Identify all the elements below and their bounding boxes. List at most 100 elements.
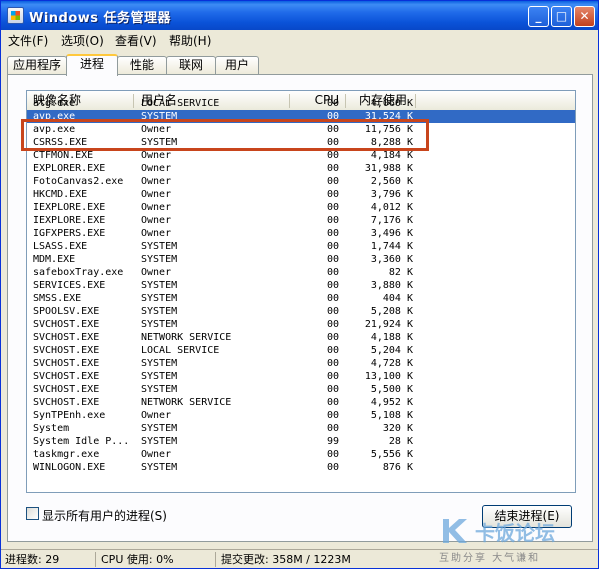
process-name: SVCHOST.EXE bbox=[33, 319, 100, 330]
minimize-button[interactable]: _ bbox=[528, 6, 549, 27]
table-row[interactable]: FotoCanvas2.exe Owner 00 2,560 K bbox=[27, 175, 575, 188]
process-name: LSASS.EXE bbox=[33, 241, 88, 252]
table-row[interactable]: IEXPLORE.EXE Owner 00 4,012 K bbox=[27, 201, 575, 214]
process-user: SYSTEM bbox=[141, 111, 178, 122]
process-name: avp.exe bbox=[33, 111, 76, 122]
process-memory: 404 K bbox=[382, 293, 413, 304]
process-user: SYSTEM bbox=[141, 358, 178, 369]
process-user: Owner bbox=[141, 267, 172, 278]
title-bar[interactable]: Windows 任务管理器 _ □ ✕ bbox=[1, 1, 598, 30]
process-user: SYSTEM bbox=[141, 241, 178, 252]
process-name: SVCHOST.EXE bbox=[33, 371, 100, 382]
process-user: Owner bbox=[141, 163, 172, 174]
process-memory: 4,060 K bbox=[370, 98, 413, 109]
process-name: CTFMON.EXE bbox=[33, 150, 94, 161]
forum-watermark: 卡饭论坛 互助分享 大气谦和 bbox=[435, 515, 595, 567]
table-row[interactable]: EXPLORER.EXE Owner 00 31,988 K bbox=[27, 162, 575, 175]
table-row[interactable]: taskmgr.exe Owner 00 5,556 K bbox=[27, 448, 575, 461]
process-memory: 3,880 K bbox=[370, 280, 413, 291]
process-name: MDM.EXE bbox=[33, 254, 76, 265]
process-name: safeboxTray.exe bbox=[33, 267, 124, 278]
process-name: SVCHOST.EXE bbox=[33, 332, 100, 343]
table-row[interactable]: avp.exe SYSTEM 00 31,524 K bbox=[27, 110, 575, 123]
tab-users[interactable]: 用户 bbox=[215, 56, 259, 75]
process-memory: 31,524 K bbox=[364, 111, 413, 122]
table-row[interactable]: SPOOLSV.EXE SYSTEM 00 5,208 K bbox=[27, 305, 575, 318]
process-user: Owner bbox=[141, 202, 172, 213]
tab-networking[interactable]: 联网 bbox=[166, 56, 216, 75]
process-memory: 11,756 K bbox=[364, 124, 413, 135]
table-row[interactable]: CTFMON.EXE Owner 00 4,184 K bbox=[27, 149, 575, 162]
process-user: Owner bbox=[141, 150, 172, 161]
process-name: HKCMD.EXE bbox=[33, 189, 88, 200]
process-memory: 4,728 K bbox=[370, 358, 413, 369]
process-list[interactable]: 映像名称 用户名 CPU 内存使用 alg.exe LOCAL SERVICE 00… bbox=[26, 90, 576, 493]
table-row[interactable]: alg.exe LOCAL SERVICE 00 4,060 K bbox=[27, 97, 575, 110]
table-row[interactable]: LSASS.EXE SYSTEM 00 1,744 K bbox=[27, 240, 575, 253]
table-row[interactable]: SVCHOST.EXE NETWORK SERVICE 00 4,952 K bbox=[27, 396, 575, 409]
process-memory: 8,288 K bbox=[370, 137, 413, 148]
process-memory: 5,500 K bbox=[370, 384, 413, 395]
tab-performance[interactable]: 性能 bbox=[117, 56, 167, 75]
table-row[interactable]: SVCHOST.EXE SYSTEM 00 5,500 K bbox=[27, 383, 575, 396]
table-row[interactable]: WINLOGON.EXE SYSTEM 00 876 K bbox=[27, 461, 575, 474]
process-user: Owner bbox=[141, 215, 172, 226]
process-user: LOCAL SERVICE bbox=[141, 345, 220, 356]
tab-applications[interactable]: 应用程序 bbox=[7, 56, 67, 75]
process-name: IGFXPERS.EXE bbox=[33, 228, 106, 239]
windows-logo-icon bbox=[7, 7, 24, 24]
process-user: SYSTEM bbox=[141, 371, 178, 382]
tab-processes[interactable]: 进程 bbox=[66, 54, 118, 76]
table-row[interactable]: SVCHOST.EXE SYSTEM 00 4,728 K bbox=[27, 357, 575, 370]
process-user: SYSTEM bbox=[141, 137, 178, 148]
table-row[interactable]: IGFXPERS.EXE Owner 00 3,496 K bbox=[27, 227, 575, 240]
menu-view[interactable]: 查看(V) bbox=[115, 32, 157, 49]
menu-options[interactable]: 选项(O) bbox=[61, 32, 104, 49]
table-row[interactable]: safeboxTray.exe Owner 00 82 K bbox=[27, 266, 575, 279]
process-user: Owner bbox=[141, 124, 172, 135]
watermark-subtext: 互助分享 大气谦和 bbox=[439, 553, 541, 564]
process-memory: 31,988 K bbox=[364, 163, 413, 174]
process-memory: 1,744 K bbox=[370, 241, 413, 252]
table-row[interactable]: SERVICES.EXE SYSTEM 00 3,880 K bbox=[27, 279, 575, 292]
process-memory: 7,176 K bbox=[370, 215, 413, 226]
close-button[interactable]: ✕ bbox=[574, 6, 595, 27]
maximize-button[interactable]: □ bbox=[551, 6, 572, 27]
table-row[interactable]: System Idle P... SYSTEM 99 28 K bbox=[27, 435, 575, 448]
process-memory: 28 K bbox=[388, 436, 413, 447]
process-user: SYSTEM bbox=[141, 319, 178, 330]
process-name: IEXPLORE.EXE bbox=[33, 202, 106, 213]
menu-file[interactable]: 文件(F) bbox=[8, 32, 48, 49]
menu-bar: 文件(F) 选项(O) 查看(V) 帮助(H) bbox=[1, 30, 598, 50]
table-row[interactable]: avp.exe Owner 00 11,756 K bbox=[27, 123, 575, 136]
table-row[interactable]: SVCHOST.EXE LOCAL SERVICE 00 5,204 K bbox=[27, 344, 575, 357]
show-all-checkbox[interactable] bbox=[26, 507, 39, 520]
process-memory: 4,012 K bbox=[370, 202, 413, 213]
table-row[interactable]: SVCHOST.EXE SYSTEM 00 21,924 K bbox=[27, 318, 575, 331]
process-memory: 5,204 K bbox=[370, 345, 413, 356]
table-row[interactable]: SynTPEnh.exe Owner 00 5,108 K bbox=[27, 409, 575, 422]
process-user: Owner bbox=[141, 410, 172, 421]
process-memory: 320 K bbox=[382, 423, 413, 434]
table-row[interactable]: MDM.EXE SYSTEM 00 3,360 K bbox=[27, 253, 575, 266]
process-name: avp.exe bbox=[33, 124, 76, 135]
table-row[interactable]: CSRSS.EXE SYSTEM 00 8,288 K bbox=[27, 136, 575, 149]
window-title: Windows 任务管理器 bbox=[29, 11, 172, 26]
process-name: WINLOGON.EXE bbox=[33, 462, 106, 473]
table-row[interactable]: SVCHOST.EXE NETWORK SERVICE 00 4,188 K bbox=[27, 331, 575, 344]
task-manager-window: Windows 任务管理器 _ □ ✕ 文件(F) 选项(O) 查看(V) 帮助… bbox=[0, 0, 599, 569]
menu-help[interactable]: 帮助(H) bbox=[169, 32, 211, 49]
process-user: Owner bbox=[141, 449, 172, 460]
process-memory: 5,556 K bbox=[370, 449, 413, 460]
table-row[interactable]: SVCHOST.EXE SYSTEM 00 13,100 K bbox=[27, 370, 575, 383]
process-user: SYSTEM bbox=[141, 462, 178, 473]
table-row[interactable]: HKCMD.EXE Owner 00 3,796 K bbox=[27, 188, 575, 201]
status-commit-charge: 提交更改: 358M / 1223M bbox=[221, 553, 351, 566]
status-process-count: 进程数: 29 bbox=[5, 553, 60, 566]
table-row[interactable]: IEXPLORE.EXE Owner 00 7,176 K bbox=[27, 214, 575, 227]
process-user: NETWORK SERVICE bbox=[141, 397, 232, 408]
process-user: NETWORK SERVICE bbox=[141, 332, 232, 343]
process-memory: 5,108 K bbox=[370, 410, 413, 421]
table-row[interactable]: System SYSTEM 00 320 K bbox=[27, 422, 575, 435]
table-row[interactable]: SMSS.EXE SYSTEM 00 404 K bbox=[27, 292, 575, 305]
